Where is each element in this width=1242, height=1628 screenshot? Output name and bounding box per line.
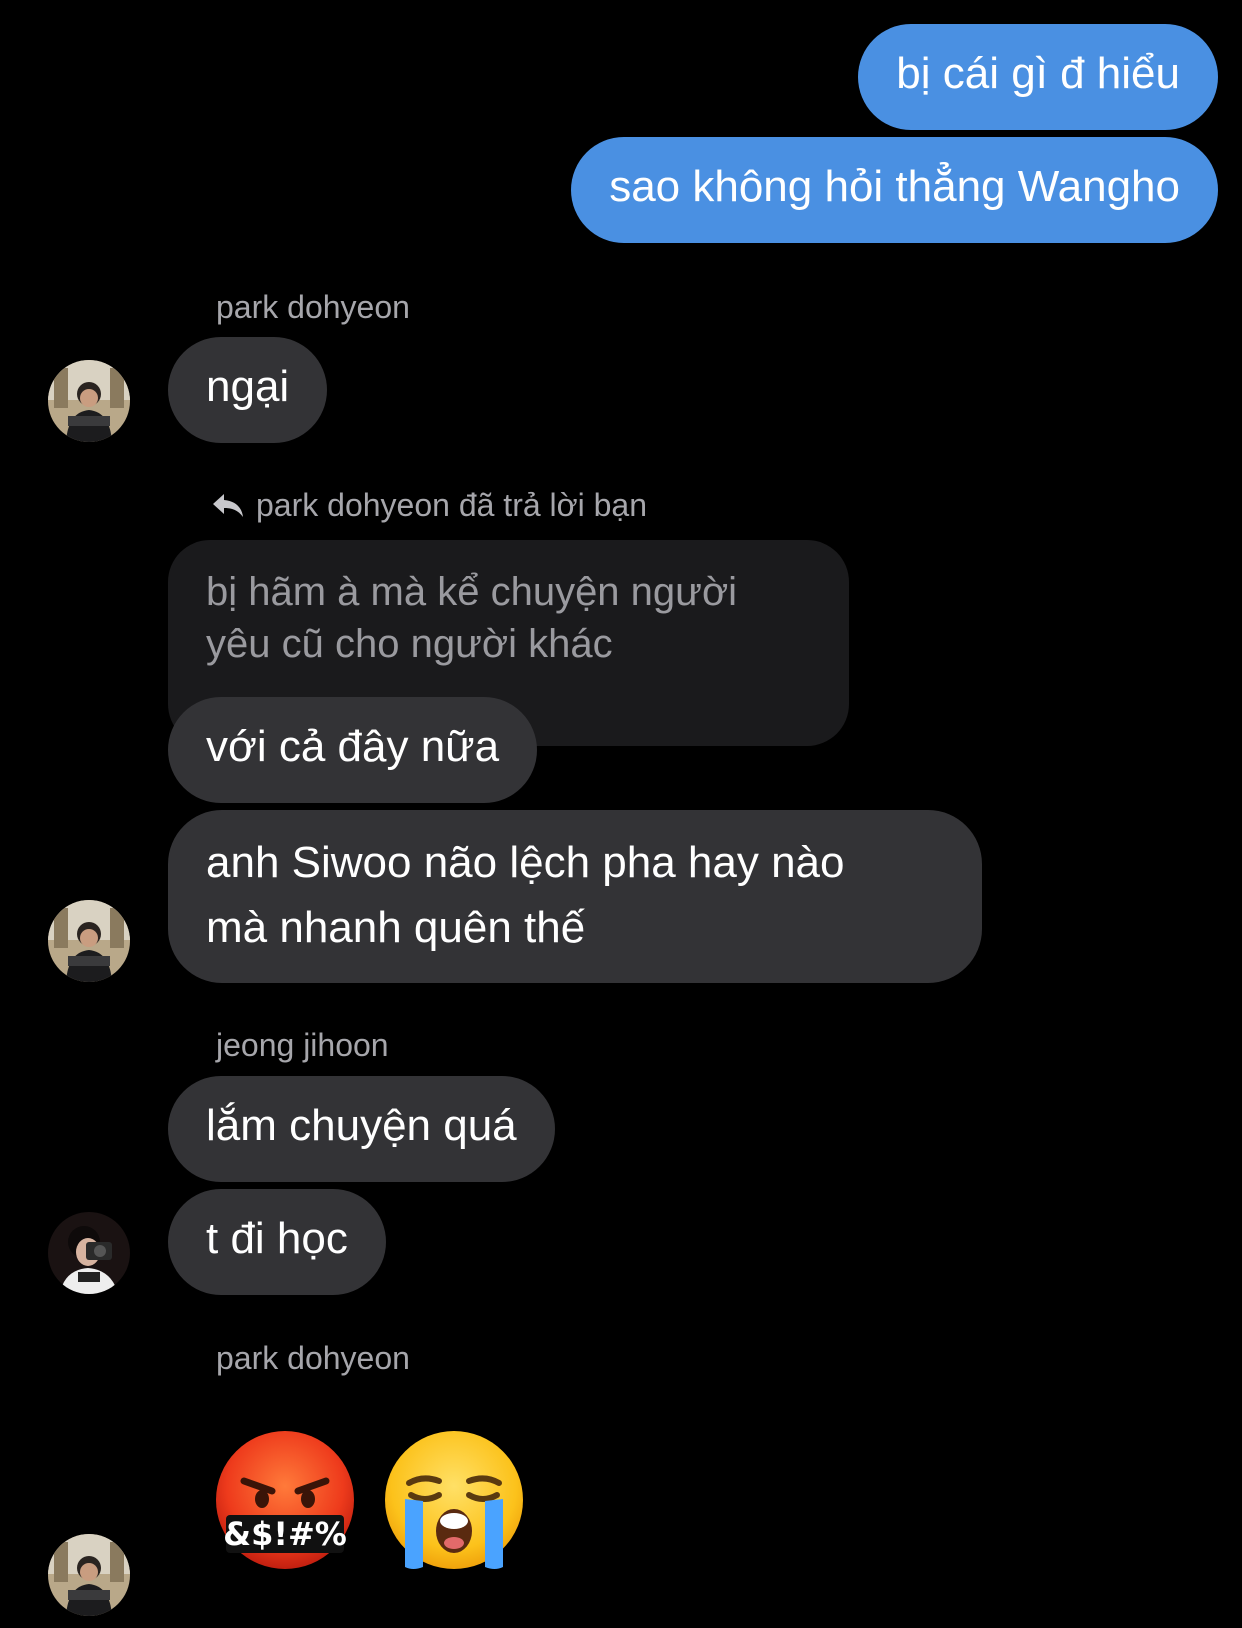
avatar[interactable] [48,1212,130,1294]
message-text: bị cái gì đ hiểu [896,49,1180,98]
loudly-crying-face-emoji[interactable] [383,1429,525,1571]
sender-name: park dohyeon [216,1340,410,1376]
reply-indicator: park dohyeon đã trả lời bạn [210,485,647,525]
avatar[interactable] [48,900,130,982]
sender-name: jeong jihoon [216,1027,389,1063]
face-with-symbols-on-mouth-emoji[interactable]: &$!#% [214,1429,356,1571]
message-text: ngại [206,362,290,411]
quoted-text: bị hãm à mà kể chuyện người yêu cũ cho n… [206,570,738,666]
avatar-photo [48,360,130,442]
avatar-photo [48,1534,130,1616]
outgoing-message[interactable]: sao không hỏi thẳng Wangho [571,137,1218,243]
incoming-message[interactable]: t đi học [168,1189,386,1295]
message-text: với cả đây nữa [206,722,500,771]
message-text: sao không hỏi thẳng Wangho [609,162,1180,211]
emoji-symbols-text: &$!#% [223,1515,347,1553]
message-text-line: mà nhanh quên thế [206,903,586,952]
incoming-message[interactable]: ngại [168,337,328,443]
message-text-line: anh Siwoo não lệch pha hay nào [206,838,845,887]
message-text: t đi học [206,1214,348,1263]
incoming-message[interactable]: với cả đây nữa [168,697,538,803]
reply-label-text: park dohyeon đã trả lời bạn [256,487,648,523]
sender-name: park dohyeon [216,289,410,325]
outgoing-message[interactable]: bị cái gì đ hiểu [858,24,1218,130]
incoming-message[interactable]: anh Siwoo não lệch pha hay nào mà nhanh … [168,810,982,983]
reply-arrow-icon [213,494,243,517]
message-text: lắm chuyện quá [206,1101,517,1150]
avatar[interactable] [48,360,130,442]
avatar[interactable] [48,1534,130,1616]
avatar-photo [48,900,130,982]
avatar-photo [48,1212,130,1294]
incoming-message[interactable]: lắm chuyện quá [168,1076,555,1182]
